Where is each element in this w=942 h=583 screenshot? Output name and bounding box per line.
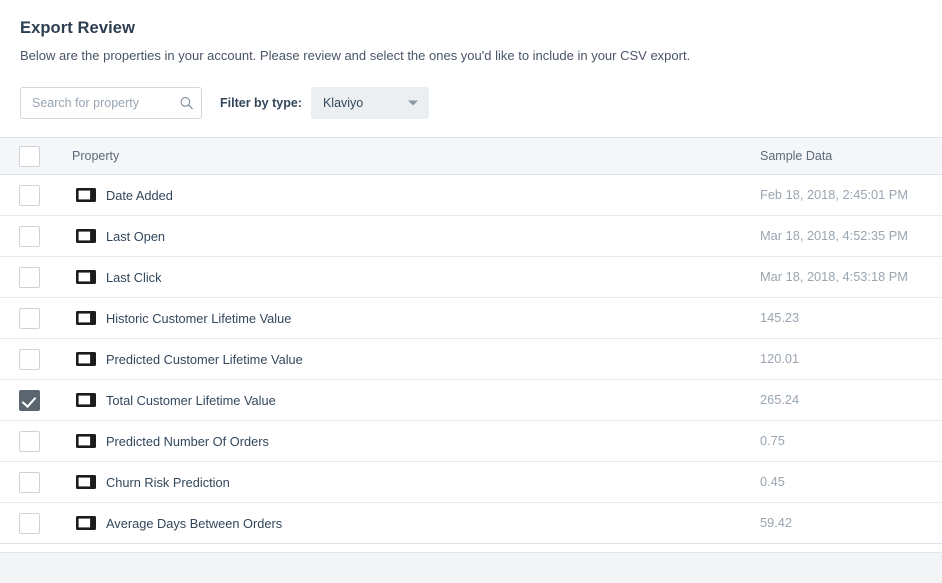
row-property-name: Last Open [106,229,165,244]
row-checkbox[interactable] [19,349,40,370]
row-sample-cell: Mar 18, 2018, 4:53:18 PM [760,268,942,286]
property-type-icon [76,434,96,448]
row-sample-cell: 59.42 [760,514,942,532]
column-header-property: Property [68,149,119,163]
row-sample-cell: 0.45 [760,473,942,491]
row-sample-value: 120.01 [760,351,799,366]
row-checkbox[interactable] [19,390,40,411]
table-row[interactable]: Average Days Between Orders 59.42 [0,503,942,544]
row-property-cell: Average Days Between Orders [68,516,760,531]
row-property-cell: Historic Customer Lifetime Value [68,311,760,326]
table-row[interactable]: Predicted Number Of Orders 0.75 [0,421,942,462]
row-property-name: Last Click [106,270,161,285]
row-sample-value: Feb 18, 2018, 2:45:01 PM [760,187,908,202]
page-subtitle: Below are the properties in your account… [20,47,922,65]
row-sample-cell: 145.23 [760,309,942,327]
row-checkbox[interactable] [19,472,40,493]
row-property-name: Average Days Between Orders [106,516,282,531]
search-input[interactable] [21,88,201,118]
footer-strip [0,552,942,583]
page-title: Export Review [20,18,922,38]
type-filter-selected-value: Klaviyo [311,87,363,119]
row-sample-cell: 265.24 [760,391,942,409]
row-checkbox[interactable] [19,226,40,247]
row-property-name: Date Added [106,188,173,203]
chevron-down-icon [408,101,418,106]
table-row[interactable]: Date Added Feb 18, 2018, 2:45:01 PM [0,175,942,216]
row-sample-value: 0.45 [760,474,785,489]
row-checkbox[interactable] [19,185,40,206]
row-property-cell: Predicted Number Of Orders [68,434,760,449]
row-property-name: Historic Customer Lifetime Value [106,311,291,326]
header-property-cell: Property [68,149,760,163]
row-property-cell: Predicted Customer Lifetime Value [68,352,760,367]
row-sample-cell: Feb 18, 2018, 2:45:01 PM [760,186,942,204]
row-checkbox[interactable] [19,308,40,329]
row-checkbox-cell [0,267,68,288]
row-property-name: Churn Risk Prediction [106,475,230,490]
row-sample-value: Mar 18, 2018, 4:52:35 PM [760,228,908,243]
table-body: Date Added Feb 18, 2018, 2:45:01 PM Last O… [0,175,942,544]
table-row[interactable]: Last Click Mar 18, 2018, 4:53:18 PM [0,257,942,298]
row-checkbox-cell [0,390,68,411]
row-sample-value: Mar 18, 2018, 4:53:18 PM [760,269,908,284]
table-row[interactable]: Last Open Mar 18, 2018, 4:52:35 PM [0,216,942,257]
row-property-cell: Last Open [68,229,760,244]
row-checkbox-cell [0,185,68,206]
row-checkbox-cell [0,431,68,452]
row-property-cell: Date Added [68,188,760,203]
table-header-row: Property Sample Data [0,138,942,175]
row-sample-cell: 0.75 [760,432,942,450]
table-row[interactable]: Historic Customer Lifetime Value 145.23 [0,298,942,339]
property-type-icon [76,516,96,530]
search-box[interactable] [20,87,202,119]
row-checkbox-cell [0,226,68,247]
row-checkbox[interactable] [19,513,40,534]
row-property-name: Predicted Number Of Orders [106,434,269,449]
row-sample-value: 0.75 [760,433,785,448]
property-type-icon [76,188,96,202]
row-property-cell: Last Click [68,270,760,285]
property-type-icon [76,270,96,284]
row-sample-cell: Mar 18, 2018, 4:52:35 PM [760,227,942,245]
property-type-icon [76,393,96,407]
row-checkbox-cell [0,308,68,329]
row-checkbox-cell [0,349,68,370]
table-row[interactable]: Total Customer Lifetime Value 265.24 [0,380,942,421]
header-checkbox-cell [0,146,68,167]
toolbar: Filter by type: Klaviyo [0,86,942,120]
row-checkbox[interactable] [19,267,40,288]
row-property-cell: Total Customer Lifetime Value [68,393,760,408]
row-checkbox[interactable] [19,431,40,452]
page-header: Export Review Below are the properties i… [0,0,942,65]
export-review-page: Export Review Below are the properties i… [0,0,942,583]
property-type-icon [76,229,96,243]
property-type-icon [76,352,96,366]
row-sample-cell: 120.01 [760,350,942,368]
type-filter-select[interactable]: Klaviyo [311,87,429,119]
row-property-name: Total Customer Lifetime Value [106,393,276,408]
column-header-sample-data: Sample Data [760,149,832,163]
table-row[interactable]: Churn Risk Prediction 0.45 [0,462,942,503]
row-property-name: Predicted Customer Lifetime Value [106,352,303,367]
properties-table: Property Sample Data Date Added Feb 18, 2… [0,137,942,544]
row-sample-value: 145.23 [760,310,799,325]
row-sample-value: 265.24 [760,392,799,407]
table-row[interactable]: Predicted Customer Lifetime Value 120.01 [0,339,942,380]
filter-by-type-label: Filter by type: [220,96,302,110]
row-property-cell: Churn Risk Prediction [68,475,760,490]
row-sample-value: 59.42 [760,515,792,530]
header-sample-cell: Sample Data [760,147,942,165]
select-all-checkbox[interactable] [19,146,40,167]
property-type-icon [76,311,96,325]
row-checkbox-cell [0,513,68,534]
property-type-icon [76,475,96,489]
row-checkbox-cell [0,472,68,493]
